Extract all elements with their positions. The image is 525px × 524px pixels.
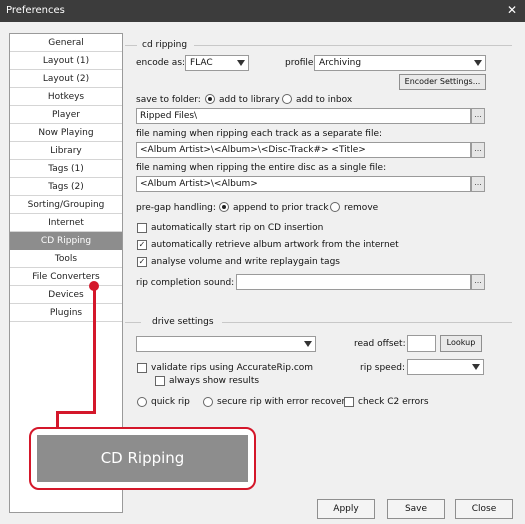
sidebar-item-now-playing[interactable]: Now Playing: [10, 124, 122, 142]
pregap-remove-radio[interactable]: [330, 202, 340, 212]
sidebar-item-tools[interactable]: Tools: [10, 250, 122, 268]
check-c2-checkbox[interactable]: [344, 397, 354, 407]
naming-separate-input[interactable]: <Album Artist>\<Album>\<Disc-Track#> <Ti…: [136, 142, 471, 158]
sidebar-item-cd-ripping[interactable]: CD Ripping: [10, 232, 122, 250]
rip-sound-label: rip completion sound:: [136, 278, 235, 288]
callout-line: [93, 286, 96, 413]
preferences-window: Preferences ✕ General Layout (1) Layout …: [0, 0, 525, 524]
quick-rip-radio[interactable]: [137, 397, 147, 407]
sidebar-item-plugins[interactable]: Plugins: [10, 304, 122, 322]
naming-separate-browse-button[interactable]: ...: [471, 142, 485, 158]
chevron-down-icon: [304, 341, 312, 347]
validate-label: validate rips using AccurateRip.com: [151, 363, 314, 373]
always-show-checkbox[interactable]: [155, 376, 165, 386]
callout-cd-ripping-label: CD Ripping: [37, 435, 248, 482]
quick-rip-label: quick rip: [151, 397, 190, 407]
window-title: Preferences: [6, 5, 65, 16]
sidebar-item-devices[interactable]: Devices: [10, 286, 122, 304]
section-divider: [194, 45, 512, 46]
apply-button[interactable]: Apply: [317, 499, 375, 519]
sidebar-item-internet[interactable]: Internet: [10, 214, 122, 232]
secure-rip-label: secure rip with error recovery: [217, 397, 351, 407]
drive-dropdown[interactable]: [136, 336, 316, 352]
read-offset-input[interactable]: [407, 335, 436, 352]
sidebar-item-layout-1[interactable]: Layout (1): [10, 52, 122, 70]
read-offset-label: read offset:: [354, 339, 406, 349]
sidebar-item-player[interactable]: Player: [10, 106, 122, 124]
sidebar-item-hotkeys[interactable]: Hotkeys: [10, 88, 122, 106]
auto-artwork-checkbox[interactable]: ✓: [137, 240, 147, 250]
secure-rip-radio[interactable]: [203, 397, 213, 407]
chevron-down-icon: [474, 60, 482, 66]
sidebar-item-library[interactable]: Library: [10, 142, 122, 160]
encode-as-dropdown[interactable]: FLAC: [185, 55, 249, 71]
naming-single-browse-button[interactable]: ...: [471, 176, 485, 192]
pregap-label: pre-gap handling:: [136, 203, 216, 213]
validate-checkbox[interactable]: [137, 363, 147, 373]
sidebar-item-sorting-grouping[interactable]: Sorting/Grouping: [10, 196, 122, 214]
title-bar: Preferences ✕: [0, 0, 525, 22]
drive-settings-section-title: drive settings: [152, 317, 214, 327]
sidebar-item-tags-2[interactable]: Tags (2): [10, 178, 122, 196]
save-button[interactable]: Save: [387, 499, 445, 519]
sidebar-item-layout-2[interactable]: Layout (2): [10, 70, 122, 88]
close-button[interactable]: Close: [455, 499, 513, 519]
auto-artwork-label: automatically retrieve album artwork fro…: [151, 240, 399, 250]
section-divider: [125, 45, 137, 46]
callout-magnifier: CD Ripping: [29, 427, 256, 490]
save-to-folder-label: save to folder:: [136, 95, 201, 105]
cd-ripping-section-title: cd ripping: [142, 40, 188, 50]
profile-label: profile:: [285, 58, 317, 68]
auto-start-label: automatically start rip on CD insertion: [151, 223, 324, 233]
add-to-library-radio[interactable]: [205, 94, 215, 104]
rip-sound-browse-button[interactable]: ...: [471, 274, 485, 290]
add-to-library-label: add to library: [219, 95, 280, 105]
add-to-inbox-radio[interactable]: [282, 94, 292, 104]
sidebar-item-file-converters[interactable]: File Converters: [10, 268, 122, 286]
chevron-down-icon: [237, 60, 245, 66]
chevron-down-icon: [472, 364, 480, 370]
profile-dropdown[interactable]: Archiving: [314, 55, 486, 71]
callout-line: [56, 411, 59, 428]
encode-as-label: encode as:: [136, 58, 186, 68]
analyse-label: analyse volume and write replaygain tags: [151, 257, 340, 267]
pregap-append-label: append to prior track: [233, 203, 329, 213]
lookup-button[interactable]: Lookup: [440, 335, 482, 352]
rip-speed-dropdown[interactable]: [407, 359, 484, 375]
pregap-append-radio[interactable]: [219, 202, 229, 212]
analyse-checkbox[interactable]: ✓: [137, 257, 147, 267]
sidebar-item-tags-1[interactable]: Tags (1): [10, 160, 122, 178]
profile-value: Archiving: [319, 58, 362, 68]
rip-speed-label: rip speed:: [360, 363, 405, 373]
encode-as-value: FLAC: [190, 58, 213, 68]
save-folder-input[interactable]: Ripped Files\: [136, 108, 471, 124]
always-show-label: always show results: [169, 376, 260, 386]
naming-separate-label: file naming when ripping each track as a…: [136, 129, 383, 139]
sidebar-item-general[interactable]: General: [10, 34, 122, 52]
section-divider: [222, 322, 512, 323]
browse-folder-button[interactable]: ...: [471, 108, 485, 124]
pregap-remove-label: remove: [344, 203, 379, 213]
add-to-inbox-label: add to inbox: [296, 95, 353, 105]
encoder-settings-button[interactable]: Encoder Settings...: [399, 74, 486, 90]
close-icon[interactable]: ✕: [507, 3, 517, 17]
section-divider: [125, 322, 141, 323]
auto-start-checkbox[interactable]: [137, 223, 147, 233]
callout-line: [56, 411, 96, 414]
check-c2-label: check C2 errors: [358, 397, 429, 407]
naming-single-label: file naming when ripping the entire disc…: [136, 163, 387, 173]
rip-sound-input[interactable]: [236, 274, 471, 290]
naming-single-input[interactable]: <Album Artist>\<Album>: [136, 176, 471, 192]
